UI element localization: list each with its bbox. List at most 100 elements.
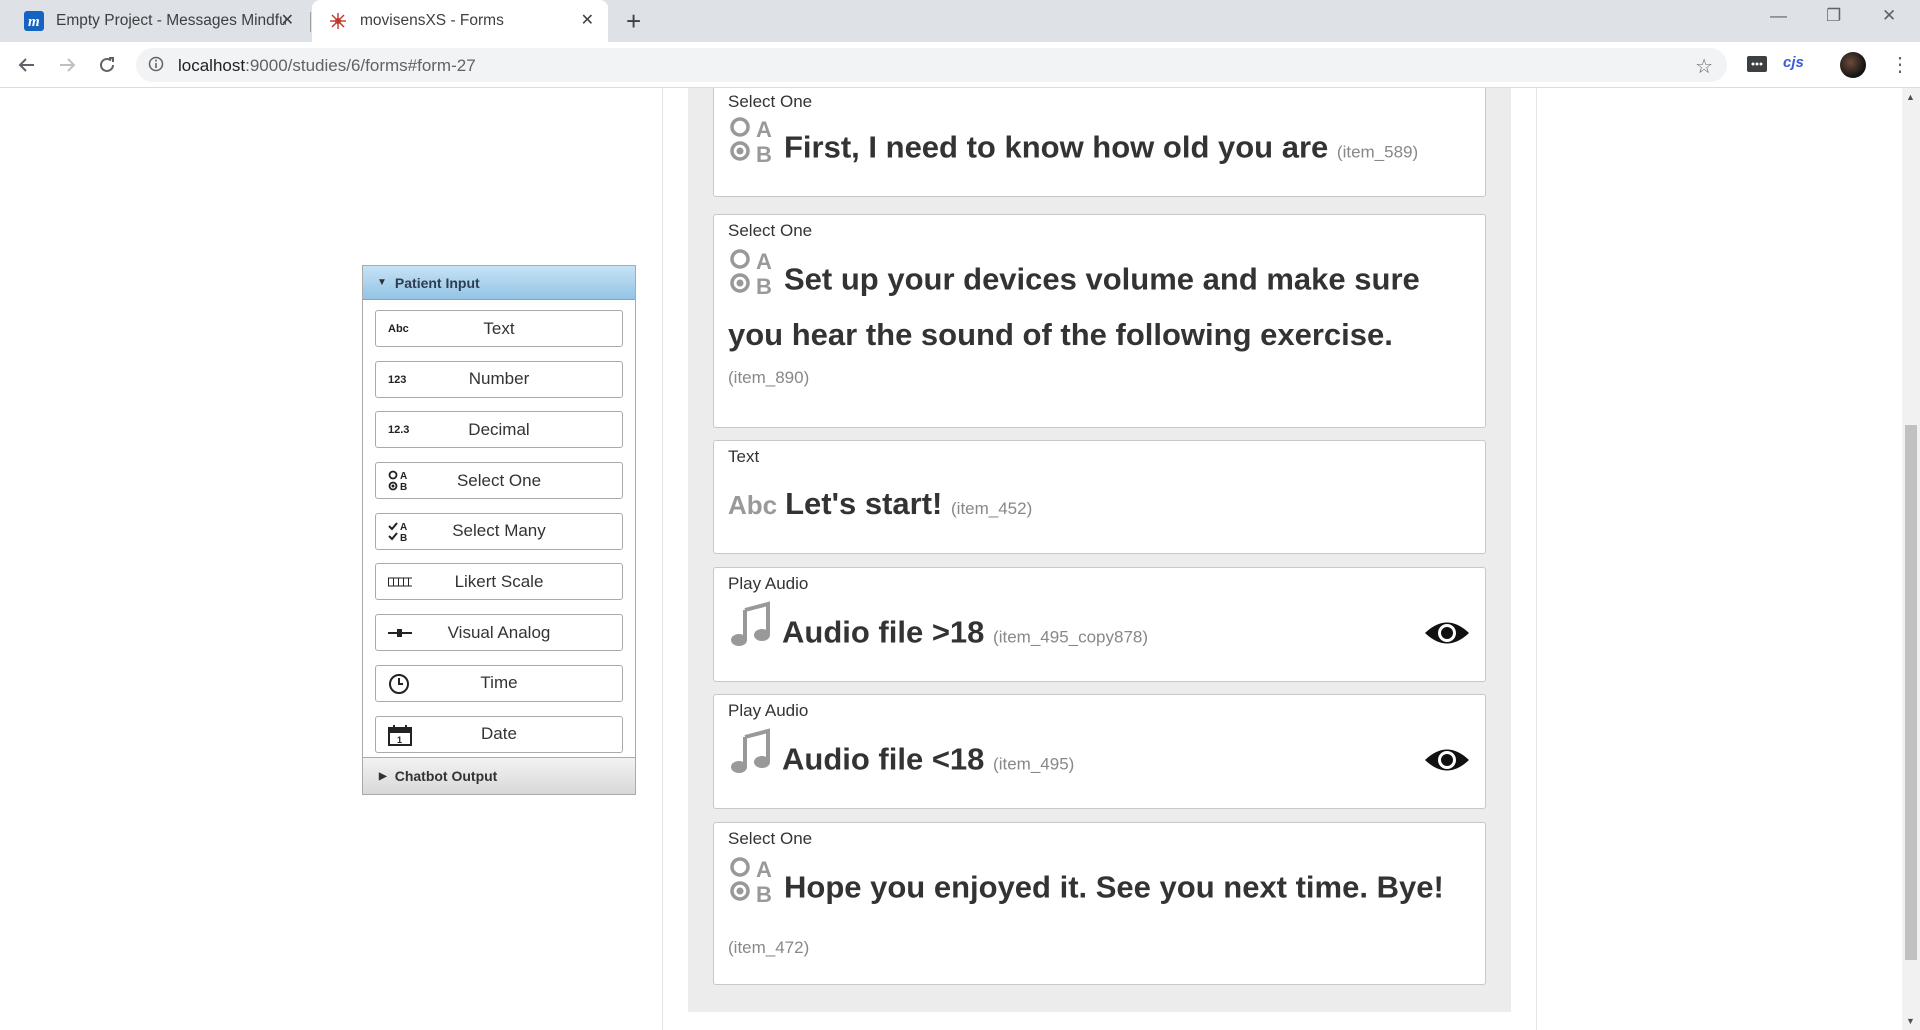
palette-item-visual-analog[interactable]: Visual Analog [375, 614, 623, 652]
palette-item-likert-scale[interactable]: Likert Scale [375, 563, 623, 601]
palette-item-label: Time [480, 673, 518, 693]
svg-text:A: A [400, 471, 407, 482]
item-type-label: Select One [728, 829, 813, 848]
svg-text:B: B [756, 882, 772, 903]
select-one-icon: AB [388, 470, 412, 492]
extension-icon[interactable] [1746, 54, 1768, 79]
item-question: Abc Let's start! (item_452) [728, 479, 1471, 534]
triangle-down-icon: ▼ [377, 277, 387, 288]
close-tab-icon[interactable]: ✕ [581, 13, 594, 29]
palette-item-text[interactable]: Abc Text [375, 310, 623, 347]
palette-item-label: Select Many [452, 521, 546, 541]
close-window-icon[interactable]: ✕ [1882, 6, 1896, 26]
palette-header-label: Patient Input [394, 274, 480, 291]
item-id: (item_452) [951, 499, 1033, 518]
item-question-text: Set up your devices volume and make sure… [728, 261, 1420, 352]
profile-avatar[interactable] [1840, 52, 1866, 78]
item-type-label: Play Audio [728, 701, 809, 720]
form-item-card[interactable]: Select One AB Hope you enjoyed it. See y… [713, 822, 1486, 985]
item-question-text: Let's start! [785, 486, 943, 521]
new-tab-icon[interactable]: + [626, 8, 641, 34]
item-question: AB First, I need to know how old you are… [728, 117, 1471, 178]
column-divider [1536, 88, 1537, 1030]
palette-item-label: Select One [456, 470, 542, 490]
item-type-label: Text [728, 447, 760, 466]
info-icon[interactable] [148, 56, 164, 77]
palette-item-select-many[interactable]: AB Select Many [375, 512, 623, 550]
palette-header-patient-input[interactable]: ▼ Patient Input [363, 266, 635, 300]
form-item-card[interactable]: Play Audio Audio file >18 (item_495_copy… [713, 567, 1486, 682]
item-type-label: Select One [728, 92, 813, 111]
scroll-down-icon[interactable]: ▼ [1906, 1016, 1915, 1026]
calendar-icon: 1 [388, 724, 412, 746]
select-one-icon: AB [728, 855, 776, 918]
tab-strip: m Empty Project - Messages Mindfu ✕ movi… [0, 0, 1920, 42]
palette-item-select-one[interactable]: AB Select One [375, 462, 623, 500]
palette-item-label: Text [483, 318, 515, 338]
form-item-card[interactable]: Select One AB First, I need to know how … [713, 88, 1486, 197]
tab-divider [310, 12, 311, 32]
svg-text:A: A [400, 522, 407, 533]
scroll-up-icon[interactable]: ▲ [1906, 92, 1915, 102]
music-note-icon [728, 600, 774, 663]
item-question: Audio file <18 (item_495) [728, 728, 1471, 790]
browser-tab-2[interactable]: movisensXS - Forms ✕ [312, 0, 608, 42]
url-text: localhost:9000/studies/6/forms#form-27 [178, 56, 476, 76]
palette-header-chatbot-output[interactable]: ▶ Chatbot Output [363, 757, 635, 794]
music-note-icon [728, 727, 774, 790]
palette-footer-label: Chatbot Output [394, 768, 498, 784]
palette-item-label: Date [481, 724, 517, 743]
svg-text:B: B [400, 482, 407, 492]
abc-icon: Abc [728, 490, 778, 520]
reload-icon[interactable] [94, 52, 120, 78]
item-question: AB Set up your devices volume and make s… [728, 249, 1471, 390]
scrollbar-thumb[interactable] [1905, 425, 1917, 960]
item-question: Audio file >18 (item_495_copy878) [728, 601, 1471, 663]
column-divider [662, 88, 663, 1030]
triangle-right-icon: ▶ [379, 770, 387, 782]
restore-icon[interactable]: ❐ [1826, 6, 1841, 26]
browser-menu-icon[interactable]: ⋮ [1890, 52, 1910, 77]
item-question-text: Audio file <18 [782, 741, 985, 777]
item-id: (item_589) [1336, 142, 1419, 162]
palette-item-number[interactable]: 123 Number [375, 360, 623, 398]
decimal-icon: 12.3 [388, 424, 410, 437]
svg-text:1: 1 [397, 735, 402, 745]
select-many-icon: AB [388, 522, 412, 543]
form-item-card[interactable]: Play Audio Audio file <18 (item_495) [713, 694, 1486, 809]
item-question: AB Hope you enjoyed it. See you next tim… [728, 857, 1471, 973]
select-one-icon: AB [728, 247, 776, 310]
m-logo-icon: m [24, 11, 44, 31]
back-icon[interactable] [14, 52, 40, 78]
palette-item-label: Visual Analog [447, 622, 551, 642]
palette-item-time[interactable]: Time [375, 664, 623, 702]
forward-icon[interactable] [54, 52, 80, 78]
svg-text:A: A [756, 857, 772, 882]
close-tab-icon[interactable]: ✕ [281, 13, 294, 29]
item-question-text: First, I need to know how old you are [784, 129, 1329, 165]
palette-item-label: Decimal [468, 419, 530, 439]
address-bar[interactable]: localhost:9000/studies/6/forms#form-27 ☆ [136, 48, 1727, 82]
item-id: (item_472) [728, 938, 810, 957]
svg-text:m: m [28, 14, 40, 30]
item-palette: ▼ Patient Input Abc Text 123 Number 12.3… [362, 265, 636, 795]
form-item-card[interactable]: Text Abc Let's start! (item_452) [713, 440, 1486, 554]
bookmark-star-icon[interactable]: ☆ [1695, 54, 1713, 79]
svg-text:B: B [756, 142, 772, 163]
minimize-icon[interactable]: — [1770, 6, 1787, 26]
number-icon: 123 [388, 373, 407, 386]
cjs-extension-icon[interactable]: cjs [1783, 54, 1804, 71]
item-id: (item_495) [993, 754, 1075, 774]
browser-toolbar: localhost:9000/studies/6/forms#form-27 ☆… [0, 42, 1920, 88]
browser-tab-1[interactable]: m Empty Project - Messages Mindfu ✕ [14, 0, 308, 42]
eye-icon[interactable] [1423, 745, 1471, 780]
item-question-text: Hope you enjoyed it. See you next time. … [784, 869, 1444, 905]
form-item-card[interactable]: Select One AB Set up your devices volume… [713, 214, 1486, 428]
item-question-text: Audio file >18 [782, 614, 985, 650]
palette-item-label: Likert Scale [454, 571, 544, 591]
palette-item-label: Number [468, 369, 530, 389]
palette-item-decimal[interactable]: 12.3 Decimal [375, 411, 623, 449]
palette-item-date[interactable]: 1 Date [375, 715, 623, 753]
eye-icon[interactable] [1423, 618, 1471, 653]
clock-icon [388, 673, 412, 694]
